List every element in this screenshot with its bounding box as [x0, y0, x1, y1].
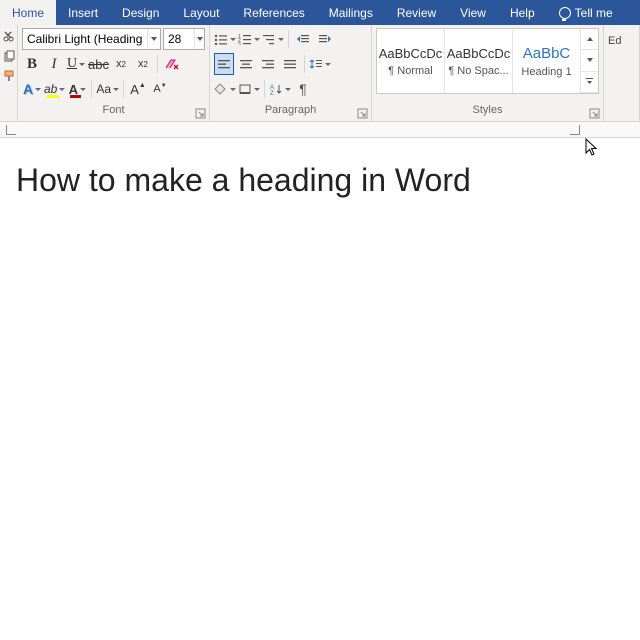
styles-gallery-scroll: [581, 29, 598, 93]
tell-me-label: Tell me: [575, 6, 613, 20]
bullets-button[interactable]: [214, 28, 236, 50]
tab-insert[interactable]: Insert: [56, 0, 110, 25]
style-label: ¶ No Spac...: [448, 65, 508, 77]
underline-button[interactable]: U: [66, 53, 86, 75]
editing-label: Ed: [608, 35, 635, 47]
copy-icon[interactable]: [2, 49, 16, 63]
borders-button[interactable]: [238, 78, 260, 100]
paragraph-group-label: Paragraph: [210, 104, 371, 121]
style-preview: AaBbC: [523, 45, 571, 62]
line-spacing-button[interactable]: [309, 53, 331, 75]
font-group: B I U abc x2 x2 A ab A Aa A▲ A▼ Font: [18, 25, 210, 121]
decrease-indent-button[interactable]: [293, 28, 313, 50]
cut-icon[interactable]: [2, 29, 16, 43]
gallery-expand[interactable]: [581, 72, 598, 93]
ruler-left-indent-icon[interactable]: [6, 125, 16, 135]
grow-font-button[interactable]: A▲: [128, 78, 148, 100]
style-normal[interactable]: AaBbCcDc ¶ Normal: [377, 29, 445, 93]
style-preview: AaBbCcDc: [379, 46, 443, 61]
sort-button[interactable]: AZ: [269, 78, 291, 100]
numbering-button[interactable]: 123: [238, 28, 260, 50]
shrink-font-button[interactable]: A▼: [150, 78, 170, 100]
separator: [264, 80, 265, 98]
ruler-right-indent-icon[interactable]: [570, 125, 580, 135]
editing-group: Ed: [604, 25, 640, 121]
show-hide-button[interactable]: ¶: [293, 78, 313, 100]
paragraph-dialog-launcher[interactable]: [357, 108, 369, 120]
tab-review[interactable]: Review: [385, 0, 448, 25]
font-group-label: Font: [18, 104, 209, 121]
clear-formatting-button[interactable]: [162, 53, 182, 75]
gallery-scroll-down[interactable]: [581, 50, 598, 71]
ruler[interactable]: [0, 122, 640, 138]
subscript-button[interactable]: x2: [111, 53, 131, 75]
strikethrough-button[interactable]: abc: [88, 53, 109, 75]
font-size-input[interactable]: [164, 29, 194, 49]
document-area[interactable]: How to make a heading in Word: [0, 138, 640, 223]
paragraph-group: 123 AZ ¶ Paragra: [210, 25, 372, 121]
style-heading-1[interactable]: AaBbC Heading 1: [513, 29, 581, 93]
font-name-dropdown-icon[interactable]: [147, 29, 160, 49]
change-case-button[interactable]: Aa: [96, 78, 119, 100]
tab-design[interactable]: Design: [110, 0, 171, 25]
separator: [91, 80, 92, 98]
format-painter-icon[interactable]: [2, 69, 16, 83]
clipboard-group: [0, 25, 18, 121]
style-no-spacing[interactable]: AaBbCcDc ¶ No Spac...: [445, 29, 513, 93]
styles-group-label: Styles: [372, 104, 603, 121]
separator: [157, 55, 158, 73]
shading-button[interactable]: [214, 78, 236, 100]
separator: [288, 30, 289, 48]
tab-references[interactable]: References: [231, 0, 316, 25]
style-label: Heading 1: [521, 66, 571, 78]
lightbulb-icon: [559, 7, 571, 19]
align-right-button[interactable]: [258, 53, 278, 75]
gallery-scroll-up[interactable]: [581, 29, 598, 50]
tab-layout[interactable]: Layout: [171, 0, 231, 25]
text-effects-button[interactable]: A: [22, 78, 42, 100]
tell-me-search[interactable]: Tell me: [547, 0, 625, 25]
styles-dialog-launcher[interactable]: [589, 108, 601, 120]
justify-button[interactable]: [280, 53, 300, 75]
ribbon-tab-bar: Home Insert Design Layout References Mai…: [0, 0, 640, 25]
font-size-combo[interactable]: [163, 28, 205, 50]
ribbon: B I U abc x2 x2 A ab A Aa A▲ A▼ Font: [0, 25, 640, 122]
superscript-button[interactable]: x2: [133, 53, 153, 75]
svg-text:Z: Z: [270, 91, 274, 95]
style-preview: AaBbCcDc: [447, 46, 511, 61]
document-heading[interactable]: How to make a heading in Word: [16, 162, 624, 199]
tab-view[interactable]: View: [448, 0, 498, 25]
styles-group: AaBbCcDc ¶ Normal AaBbCcDc ¶ No Spac... …: [372, 25, 604, 121]
highlight-button[interactable]: ab: [44, 78, 65, 100]
align-center-button[interactable]: [236, 53, 256, 75]
style-label: ¶ Normal: [388, 65, 432, 77]
tab-mailings[interactable]: Mailings: [317, 0, 385, 25]
italic-button[interactable]: I: [44, 53, 64, 75]
separator: [304, 55, 305, 73]
svg-text:3: 3: [238, 42, 241, 45]
separator: [123, 80, 124, 98]
multilevel-list-button[interactable]: [262, 28, 284, 50]
font-color-button[interactable]: A: [67, 78, 87, 100]
tab-help[interactable]: Help: [498, 0, 547, 25]
font-name-combo[interactable]: [22, 28, 161, 50]
font-dialog-launcher[interactable]: [195, 108, 207, 120]
align-left-button[interactable]: [214, 53, 234, 75]
font-size-dropdown-icon[interactable]: [194, 29, 204, 49]
bold-button[interactable]: B: [22, 53, 42, 75]
font-name-input[interactable]: [23, 29, 147, 49]
tab-home[interactable]: Home: [0, 0, 56, 25]
increase-indent-button[interactable]: [315, 28, 335, 50]
styles-gallery: AaBbCcDc ¶ Normal AaBbCcDc ¶ No Spac... …: [376, 28, 599, 94]
